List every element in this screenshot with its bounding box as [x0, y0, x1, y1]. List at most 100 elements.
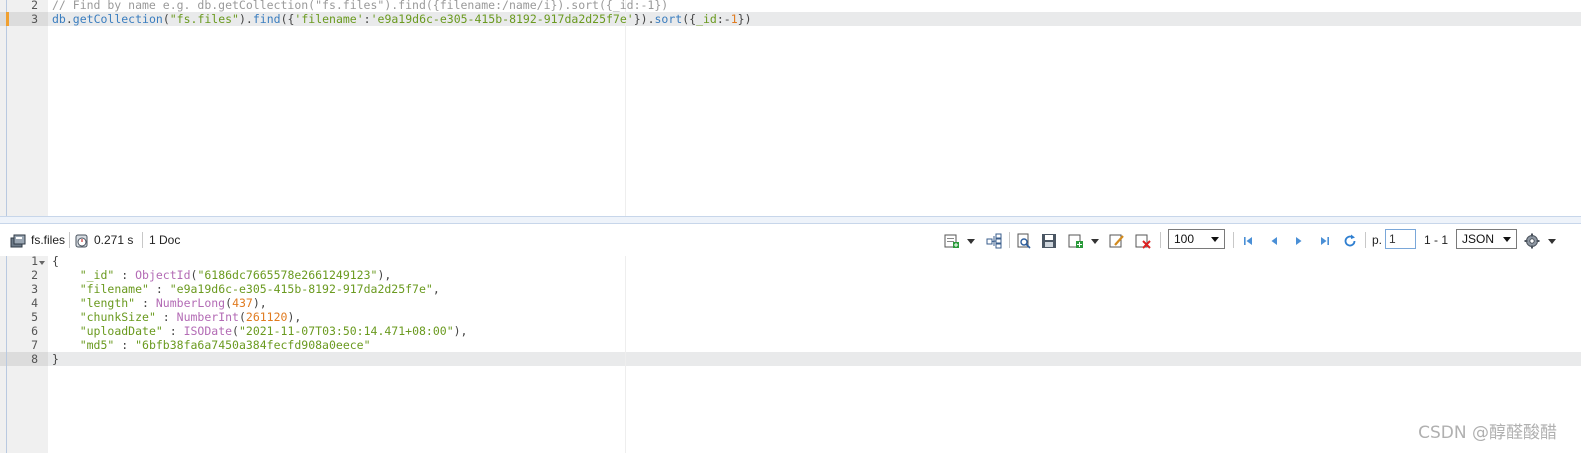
- toolbar-divider: [1009, 232, 1010, 248]
- code-token: ),: [453, 324, 468, 338]
- add-document-icon[interactable]: [944, 233, 960, 249]
- result-line-number: 4: [31, 296, 38, 310]
- result-line-number: 8: [31, 352, 38, 366]
- code-token: (: [232, 324, 239, 338]
- code-token: sort: [654, 12, 683, 26]
- code-token: "6bfb38fa6a7450a384fecfd908a0eece": [135, 338, 371, 352]
- result-line: 5 "chunkSize" : NumberInt(261120),: [0, 310, 1581, 324]
- gear-icon[interactable]: [1524, 233, 1540, 249]
- pane-splitter[interactable]: [0, 216, 1581, 224]
- page-size-select[interactable]: 100: [1168, 229, 1225, 249]
- inspect-icon[interactable]: [1016, 233, 1032, 249]
- editor-line: 2 // Find by name e.g. db.getCollection("…: [0, 0, 1581, 12]
- collection-name[interactable]: fs.files: [31, 224, 65, 256]
- result-line-number: 5: [31, 310, 38, 324]
- editor-line-code: // Find by name e.g. db.getCollection("f…: [52, 0, 668, 12]
- settings-dropdown[interactable]: [1548, 239, 1556, 244]
- code-token: "2021-11-07T03:50:14.471+08:00": [238, 324, 454, 338]
- result-line-code: }: [52, 352, 59, 366]
- code-token: {: [52, 256, 59, 268]
- result-line: 3 "filename" : "e9a19d6c-e305-415b-8192-…: [0, 282, 1581, 296]
- code-token: ),: [377, 268, 392, 282]
- result-line-code: "_id" : ObjectId("6186dc7665578e26612491…: [52, 268, 392, 282]
- last-page-icon[interactable]: [1317, 233, 1333, 249]
- insert-dropdown[interactable]: [1091, 239, 1099, 244]
- result-line: 8}: [0, 352, 1581, 366]
- delete-document-icon[interactable]: [1135, 233, 1151, 249]
- result-toolbar: fs.files 0.271 s 1 Doc 100 p. 1 1 - 1 JS…: [0, 224, 1581, 256]
- result-line-code: "filename" : "e9a19d6c-e305-415b-8192-91…: [52, 282, 440, 296]
- toolbar-divider: [1160, 232, 1161, 248]
- code-token: 261120: [245, 310, 288, 324]
- code-token: :: [114, 268, 136, 282]
- toolbar-divider: [1233, 232, 1234, 248]
- code-token: }).: [633, 12, 655, 26]
- code-token: ).: [239, 12, 253, 26]
- query-editor[interactable]: 2 // Find by name e.g. db.getCollection("…: [0, 0, 1581, 216]
- code-token: "uploadDate": [79, 324, 163, 338]
- code-token: // Find by name e.g. db.getCollection("f…: [52, 0, 669, 12]
- next-page-icon[interactable]: [1291, 233, 1307, 249]
- previous-page-icon[interactable]: [1266, 233, 1282, 249]
- document-count: 1 Doc: [149, 233, 181, 247]
- result-line: 1{: [0, 256, 1581, 268]
- result-line-number: 3: [31, 282, 38, 296]
- first-page-icon[interactable]: [1240, 233, 1256, 249]
- code-token: 437: [232, 296, 253, 310]
- page-size-value: 100: [1174, 232, 1195, 246]
- refresh-icon[interactable]: [1342, 233, 1358, 249]
- result-viewer[interactable]: 1{2 "_id" : ObjectId("6186dc7665578e2661…: [0, 256, 1581, 453]
- editor-gutter: [0, 0, 48, 216]
- database-icon: [10, 234, 26, 248]
- code-token: NumberLong: [155, 296, 226, 310]
- result-line-code: "length" : NumberLong(437),: [52, 296, 267, 310]
- page-label: p.: [1372, 233, 1383, 247]
- code-token: db: [52, 12, 66, 26]
- code-token: find: [252, 12, 281, 26]
- code-token: "e9a19d6c-e305-415b-8192-917da2d25f7e": [169, 282, 433, 296]
- code-token: ({: [682, 12, 697, 26]
- code-token: ObjectId: [135, 268, 191, 282]
- stopwatch-icon: [75, 234, 88, 248]
- result-line-number: 1: [31, 256, 38, 268]
- code-token: .: [65, 12, 73, 26]
- result-line: 2 "_id" : ObjectId("6186dc7665578e266124…: [0, 268, 1581, 282]
- tree-view-icon[interactable]: [986, 233, 1002, 249]
- code-token: "6186dc7665578e2661249123": [197, 268, 378, 282]
- editor-gutter-border: [6, 0, 7, 216]
- code-token: :: [135, 296, 156, 310]
- code-token: :: [148, 282, 170, 296]
- edit-document-icon[interactable]: [1109, 233, 1125, 249]
- page-number-input[interactable]: 1: [1385, 229, 1416, 249]
- save-icon[interactable]: [1041, 233, 1057, 249]
- code-token: ({: [280, 12, 295, 26]
- code-token: :: [155, 310, 177, 324]
- editor-line-number: 2: [31, 0, 38, 12]
- result-line-number: 2: [31, 268, 38, 282]
- code-token: "chunkSize": [79, 310, 156, 324]
- view-mode-select[interactable]: JSON: [1456, 229, 1517, 249]
- view-mode-value: JSON: [1462, 232, 1495, 246]
- code-token: (: [238, 310, 246, 324]
- insert-icon[interactable]: [1068, 233, 1084, 249]
- editor-line-code: db.getCollection("fs.files").find({'file…: [52, 12, 752, 26]
- result-line-number: 7: [31, 338, 38, 352]
- code-token: "length": [79, 296, 136, 310]
- code-token: getCollection: [72, 12, 163, 26]
- result-line-code: {: [52, 256, 59, 268]
- code-token: :: [114, 338, 136, 352]
- code-token: "fs.files": [169, 12, 239, 26]
- result-line-code: "uploadDate" : ISODate("2021-11-07T03:50…: [52, 324, 468, 338]
- editor-line-number: 3: [31, 12, 38, 26]
- code-token: 'filename': [294, 12, 364, 26]
- code-token: ),: [287, 310, 302, 324]
- code-token: "md5": [79, 338, 115, 352]
- record-range: 1 - 1: [1424, 233, 1449, 247]
- result-line-code: "chunkSize" : NumberInt(261120),: [52, 310, 302, 324]
- code-token: :: [162, 324, 184, 338]
- add-document-dropdown[interactable]: [967, 239, 975, 244]
